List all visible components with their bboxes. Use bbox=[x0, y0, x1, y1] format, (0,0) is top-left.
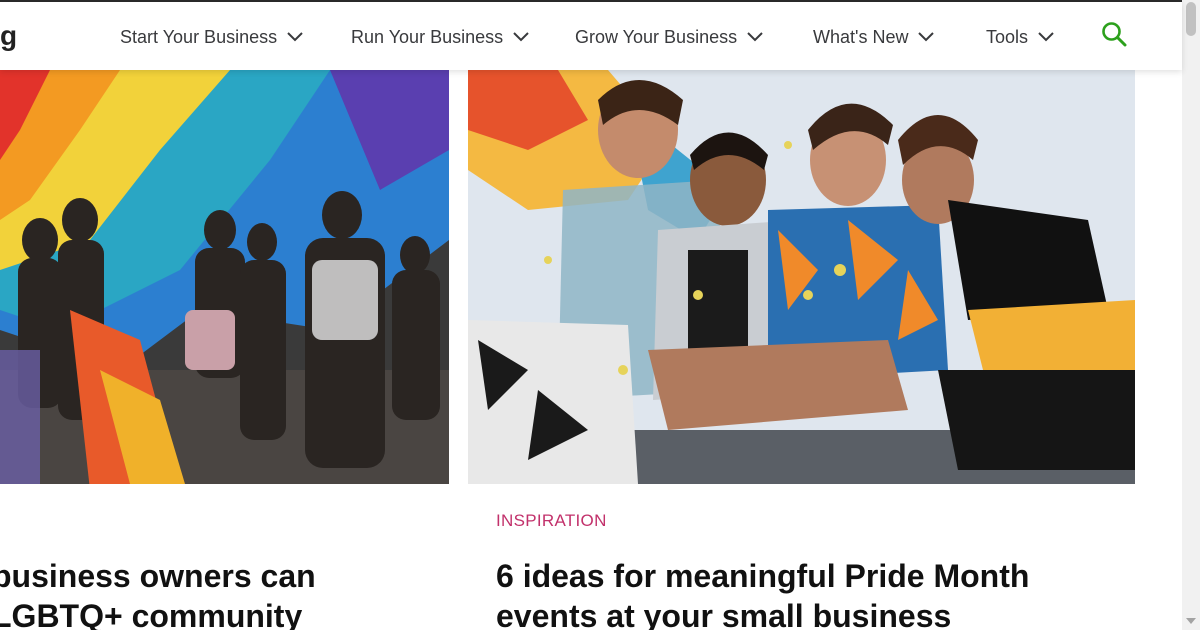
friends-celebrating-photo bbox=[468, 70, 1135, 484]
chevron-down-icon bbox=[747, 32, 763, 42]
card-title-left[interactable]: business owners can LGBTQ+ community bbox=[0, 556, 452, 630]
nav-label: What's New bbox=[813, 26, 909, 47]
nav-label: Run Your Business bbox=[351, 26, 504, 47]
nav-run-your-business[interactable]: Run Your Business bbox=[351, 24, 529, 50]
nav-start-your-business[interactable]: Start Your Business bbox=[120, 24, 303, 50]
nav-whats-new[interactable]: What's New bbox=[813, 24, 935, 50]
card-image-pride-parade[interactable] bbox=[0, 70, 449, 484]
scroll-down-arrow-icon[interactable] bbox=[1186, 618, 1196, 624]
chevron-down-icon bbox=[918, 32, 935, 42]
nav-grow-your-business[interactable]: Grow Your Business bbox=[575, 24, 763, 50]
card-title-right[interactable]: 6 ideas for meaningful Pride Month event… bbox=[496, 556, 1136, 630]
card-category-label[interactable]: INSPIRATION bbox=[496, 511, 607, 531]
nav-tools[interactable]: Tools bbox=[986, 24, 1054, 50]
chevron-down-icon bbox=[287, 32, 303, 42]
nav-label: Start Your Business bbox=[120, 26, 278, 47]
site-header: g Start Your Business Run Your Business … bbox=[0, 2, 1182, 70]
chevron-down-icon bbox=[513, 32, 529, 42]
vertical-scrollbar[interactable] bbox=[1182, 0, 1200, 630]
chevron-down-icon bbox=[1038, 32, 1054, 42]
nav-label: Grow Your Business bbox=[575, 26, 738, 47]
search-button[interactable] bbox=[1101, 21, 1127, 47]
scrollbar-thumb[interactable] bbox=[1186, 2, 1196, 36]
search-icon bbox=[1102, 22, 1127, 47]
site-logo[interactable]: g bbox=[0, 20, 17, 52]
pride-parade-photo bbox=[0, 70, 449, 484]
nav-label: Tools bbox=[986, 26, 1029, 47]
card-image-friends-celebrating[interactable] bbox=[468, 70, 1135, 484]
